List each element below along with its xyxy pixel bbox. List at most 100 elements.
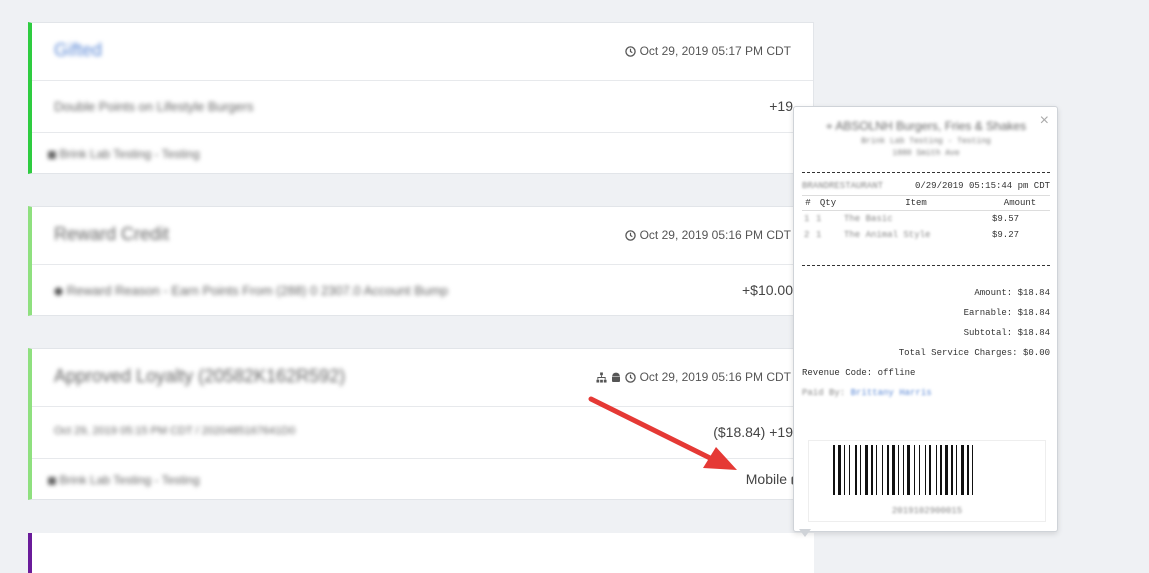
barcode-bar — [876, 445, 877, 495]
receipt-datetime: 0/29/2019 05:15:44 pm CDT — [914, 181, 1050, 191]
card-date: Oct 29, 2019 05:16 PM CDT — [624, 228, 791, 242]
activity-card-gifted[interactable]: Gifted Oct 29, 2019 05:17 PM CDT Double … — [28, 22, 814, 174]
card-header: Reward Credit Oct 29, 2019 05:16 PM CDT — [32, 207, 813, 265]
card-amount: +$10.00 — [742, 282, 793, 298]
card-location: Brink Lab Testing - Testing — [48, 473, 200, 487]
exchange-icon — [54, 287, 63, 296]
activity-card-next[interactable] — [28, 533, 814, 573]
item-name: The Animal Style — [844, 230, 931, 240]
card-date: Oct 29, 2019 05:16 PM CDT — [596, 370, 791, 384]
card-subtitle: Double Points on Lifestyle Burgers — [54, 99, 254, 114]
popover-tail — [799, 529, 811, 537]
item-name: The Basic — [844, 214, 893, 224]
item-num: 1 — [804, 214, 810, 224]
card-footer: Brink Lab Testing - Testing Mobile — [32, 459, 813, 501]
receipt-subtotal: Subtotal: $18.84 — [963, 328, 1050, 338]
card-location-text: Brink Lab Testing - Testing — [59, 147, 200, 161]
col-num: # — [802, 195, 814, 211]
barcode-bar — [951, 445, 953, 495]
card-detail: Double Points on Lifestyle Burgers +19 — [32, 81, 813, 133]
receipt-store-line1: Brink Lab Testing - Testing — [861, 137, 991, 146]
barcode-bar — [914, 445, 915, 495]
channel-label: Mobile — [745, 471, 787, 487]
barcode-bar — [887, 445, 889, 495]
android-icon[interactable] — [611, 372, 621, 383]
barcode-bar — [898, 445, 899, 495]
receipt-item-row: 2 1 The Animal Style $9.27 — [802, 227, 1050, 243]
barcode-bar — [844, 445, 845, 495]
activity-card-reward-credit[interactable]: Reward Credit Oct 29, 2019 05:16 PM CDT … — [28, 206, 814, 316]
barcode-bar — [967, 445, 969, 495]
item-amount: $9.27 — [992, 230, 1020, 240]
card-title[interactable]: Gifted — [54, 40, 102, 61]
barcode-bar — [956, 445, 957, 495]
barcode-bar — [961, 445, 964, 495]
barcode-bar — [929, 445, 931, 495]
item-qty: 1 — [816, 230, 822, 240]
receipt-service-charges: Total Service Charges: $0.00 — [898, 348, 1050, 358]
barcode-bar — [892, 445, 895, 495]
receipt-store-name: ⌖ ABSOLNH Burgers, Fries & Shakes — [802, 119, 1050, 134]
receipt-totals: Amount: $18.84 Earnable: $18.84 Subtotal… — [802, 288, 1050, 358]
barcode-bar — [855, 445, 857, 495]
barcode-bar — [833, 445, 835, 495]
card-date-text: Oct 29, 2019 05:17 PM CDT — [639, 44, 791, 58]
receipt-paid-by-label: Paid By: — [802, 388, 846, 398]
barcode-bar — [871, 445, 873, 495]
card-footer: Brink Lab Testing - Testing — [32, 133, 813, 175]
sitemap-icon[interactable] — [596, 371, 607, 383]
col-item: Item — [842, 195, 990, 211]
receipt-earnable: Earnable: $18.84 — [963, 308, 1050, 318]
receipt-divider — [802, 265, 1050, 266]
activity-card-approved-loyalty[interactable]: Approved Loyalty (20582K162R592) Oct 29,… — [28, 348, 814, 500]
barcode-bar — [919, 445, 920, 495]
receipt-items-table: # Qty Item Amount 1 1 The Basic $9.57 2 … — [802, 195, 1050, 243]
barcode-bar — [838, 445, 841, 495]
receipt-item-row: 1 1 The Basic $9.57 — [802, 211, 1050, 228]
barcode-bar — [849, 445, 850, 495]
receipt: ⌖ ABSOLNH Burgers, Fries & Shakes Brink … — [802, 119, 1050, 398]
receipt-store-name-text: ABSOLNH Burgers, Fries & Shakes — [835, 119, 1027, 133]
barcode-number: 2019102900015 — [891, 506, 963, 516]
barcode-bar — [903, 445, 904, 495]
item-amount: $9.57 — [992, 214, 1020, 224]
card-header: Gifted Oct 29, 2019 05:17 PM CDT — [32, 23, 813, 81]
barcode-bar — [860, 445, 861, 495]
item-qty: 1 — [816, 214, 822, 224]
clock-icon — [624, 229, 636, 241]
card-title: Approved Loyalty (20582K162R592) — [54, 366, 346, 386]
card-location-text: Brink Lab Testing - Testing — [59, 473, 200, 487]
barcode-bar — [907, 445, 910, 495]
clock-icon — [624, 45, 636, 57]
card-header: Approved Loyalty (20582K162R592) Oct 29,… — [32, 349, 813, 407]
receipt-order-ref: BRANDRESTAURANT — [802, 181, 884, 191]
card-date: Oct 29, 2019 05:17 PM CDT — [624, 44, 791, 58]
item-num: 2 — [804, 230, 810, 240]
card-date-text: Oct 29, 2019 05:16 PM CDT — [639, 370, 791, 384]
card-amount: ($18.84) +19 — [713, 424, 793, 440]
card-detail: Oct 29, 2019 05:15 PM CDT / 202048516764… — [32, 407, 813, 459]
barcode-bar — [945, 445, 948, 495]
map-marker-icon: ⌖ — [825, 119, 833, 133]
receipt-revenue-code: Revenue Code: offline — [802, 368, 916, 378]
barcode-bar — [865, 445, 868, 495]
map-marker-icon — [48, 476, 56, 485]
receipt-ref-line: BRANDRESTAURANT 0/29/2019 05:15:44 pm CD… — [802, 181, 1050, 191]
card-date-text: Oct 29, 2019 05:16 PM CDT — [639, 228, 791, 242]
barcode-bar — [972, 445, 973, 495]
receipt-popover: × ⌖ ABSOLNH Burgers, Fries & Shakes Brin… — [793, 106, 1058, 532]
card-detail: Reward Reason - Earn Points From (288) 0… — [32, 265, 813, 317]
col-qty: Qty — [814, 195, 842, 211]
barcode-bar — [882, 445, 883, 495]
receipt-paid-by-name: Brittany Harris — [850, 388, 932, 398]
receipt-barcode: 2019102900015 — [808, 440, 1046, 522]
receipt-divider — [802, 172, 1050, 173]
map-marker-icon — [48, 150, 56, 159]
clock-icon — [624, 371, 636, 383]
col-amount: Amount — [990, 195, 1050, 211]
card-amount: +19 — [769, 98, 793, 114]
receipt-amount: Amount: $18.84 — [974, 288, 1050, 298]
card-subtitle-text: Reward Reason - Earn Points From (288) 0… — [66, 283, 449, 298]
card-subtitle: Oct 29, 2019 05:15 PM CDT / 202048516764… — [54, 425, 296, 437]
receipt-store-line2: 1880 Smith Ave — [892, 149, 960, 158]
